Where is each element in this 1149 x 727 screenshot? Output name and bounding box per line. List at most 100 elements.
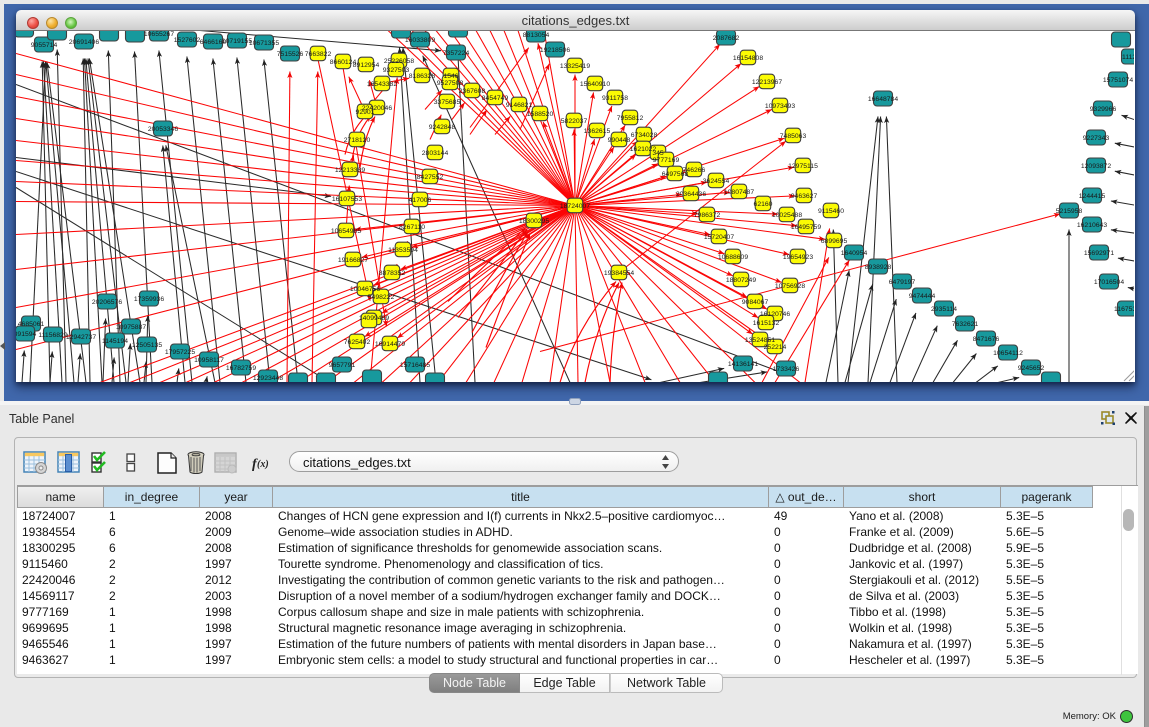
svg-text:19166827: 19166827 bbox=[338, 257, 368, 264]
svg-text:18807249: 18807249 bbox=[726, 277, 756, 284]
svg-text:2803144: 2803144 bbox=[422, 150, 449, 157]
svg-text:13325419: 13325419 bbox=[560, 63, 590, 70]
svg-text:1588520: 1588520 bbox=[527, 111, 554, 118]
svg-text:6479197: 6479197 bbox=[889, 279, 916, 286]
svg-text:10973493: 10973493 bbox=[765, 103, 795, 110]
svg-text:15720407: 15720407 bbox=[704, 234, 734, 241]
svg-text:12213967: 12213967 bbox=[752, 79, 782, 86]
svg-text:10958117: 10958117 bbox=[194, 357, 224, 364]
svg-text:8454749: 8454749 bbox=[482, 95, 509, 102]
svg-text:7632621: 7632621 bbox=[952, 321, 979, 328]
svg-text:16782759: 16782759 bbox=[226, 365, 256, 372]
svg-text:10756928: 10756928 bbox=[775, 283, 805, 290]
svg-text:2935114: 2935114 bbox=[931, 306, 957, 313]
svg-text:14099489: 14099489 bbox=[359, 315, 389, 322]
svg-text:13524851: 13524851 bbox=[745, 337, 775, 344]
svg-text:9777169: 9777169 bbox=[653, 157, 680, 164]
svg-text:9115460: 9115460 bbox=[818, 208, 844, 215]
svg-text:10655267: 10655267 bbox=[144, 31, 174, 38]
svg-text:7515526: 7515526 bbox=[277, 51, 304, 58]
svg-text:2718120: 2718120 bbox=[344, 137, 371, 144]
svg-text:18300295: 18300295 bbox=[519, 218, 549, 225]
svg-text:2367608: 2367608 bbox=[459, 88, 486, 95]
svg-text:5215958: 5215958 bbox=[1056, 208, 1083, 215]
svg-text:16543382: 16543382 bbox=[367, 81, 397, 88]
svg-text:16154808: 16154808 bbox=[733, 55, 763, 62]
svg-text:17957225: 17957225 bbox=[165, 349, 195, 356]
svg-text:19218506: 19218506 bbox=[540, 47, 570, 54]
svg-text:1145194: 1145194 bbox=[102, 338, 128, 345]
svg-text:9327503: 9327503 bbox=[383, 67, 410, 74]
svg-text:17359936: 17359936 bbox=[134, 296, 164, 303]
svg-text:7955812: 7955812 bbox=[617, 115, 644, 122]
svg-text:7663822: 7663822 bbox=[305, 51, 332, 58]
svg-text:(x): (x) bbox=[257, 459, 269, 470]
svg-text:15640910: 15640910 bbox=[580, 81, 610, 88]
svg-text:10046756: 10046756 bbox=[350, 286, 380, 293]
svg-text:12942737: 12942737 bbox=[66, 334, 96, 341]
svg-text:15692971: 15692971 bbox=[1084, 250, 1114, 257]
svg-text:62160: 62160 bbox=[754, 201, 773, 208]
svg-text:14136141: 14136141 bbox=[728, 361, 758, 368]
svg-text:990448: 990448 bbox=[608, 137, 631, 144]
svg-text:252214: 252214 bbox=[764, 344, 787, 351]
svg-text:9329966: 9329966 bbox=[1090, 106, 1117, 113]
svg-text:8878352: 8878352 bbox=[379, 270, 406, 277]
svg-text:16120746: 16120746 bbox=[760, 311, 790, 318]
svg-text:11353594: 11353594 bbox=[388, 247, 418, 254]
svg-text:16107553: 16107553 bbox=[332, 196, 362, 203]
svg-text:19384554: 19384554 bbox=[604, 270, 634, 277]
svg-text:16210643: 16210643 bbox=[1077, 222, 1107, 229]
svg-text:9055714: 9055714 bbox=[31, 42, 58, 49]
svg-text:19654923: 19654923 bbox=[783, 254, 813, 261]
svg-text:12505135: 12505135 bbox=[132, 342, 162, 349]
svg-text:10975887: 10975887 bbox=[116, 324, 146, 331]
svg-text:4685061: 4685061 bbox=[18, 321, 45, 328]
svg-text:9474444: 9474444 bbox=[909, 293, 936, 300]
svg-text:92901: 92901 bbox=[356, 109, 375, 116]
svg-text:9242848: 9242848 bbox=[429, 124, 456, 131]
svg-text:5498222: 5498222 bbox=[368, 294, 395, 301]
svg-text:10807487: 10807487 bbox=[724, 189, 754, 196]
svg-text:18724007: 18724007 bbox=[560, 203, 590, 210]
svg-text:10719155: 10719155 bbox=[222, 38, 252, 45]
svg-text:417006: 417006 bbox=[409, 197, 432, 204]
svg-text:25226058: 25226058 bbox=[384, 58, 414, 65]
svg-text:12213389: 12213389 bbox=[335, 167, 365, 174]
svg-text:1362615: 1362615 bbox=[584, 128, 611, 135]
svg-text:20053346: 20053346 bbox=[148, 126, 178, 133]
svg-text:15751074: 15751074 bbox=[1103, 77, 1133, 84]
svg-text:9311758: 9311758 bbox=[602, 95, 628, 102]
svg-text:16648784: 16648784 bbox=[868, 96, 898, 103]
svg-text:8427552: 8427552 bbox=[417, 174, 444, 181]
svg-text:2087682: 2087682 bbox=[713, 35, 740, 42]
svg-text:6734028: 6734028 bbox=[631, 132, 658, 139]
svg-text:7625402: 7625402 bbox=[344, 339, 371, 346]
svg-text:8471676: 8471676 bbox=[973, 336, 1000, 343]
svg-text:345: 345 bbox=[652, 150, 664, 157]
svg-text:20206576: 20206576 bbox=[92, 299, 122, 306]
svg-text:9146821: 9146821 bbox=[506, 102, 533, 109]
svg-text:11156829: 11156829 bbox=[38, 332, 67, 339]
svg-text:20691406: 20691406 bbox=[69, 39, 99, 46]
svg-text:1546: 1546 bbox=[443, 73, 458, 80]
svg-text:8912954: 8912954 bbox=[353, 62, 380, 69]
svg-text:10654985: 10654985 bbox=[331, 228, 361, 235]
svg-text:3375685: 3375685 bbox=[434, 99, 461, 106]
svg-text:16033809: 16033809 bbox=[405, 37, 435, 44]
svg-text:1167534: 1167534 bbox=[1114, 306, 1134, 313]
svg-text:9084067: 9084067 bbox=[742, 299, 769, 306]
svg-text:1733426: 1733426 bbox=[773, 366, 800, 373]
svg-text:20364436: 20364436 bbox=[676, 191, 706, 198]
svg-text:8938928: 8938928 bbox=[865, 264, 892, 271]
svg-text:7357224: 7357224 bbox=[443, 50, 470, 57]
svg-text:1640954: 1640954 bbox=[841, 250, 868, 257]
svg-text:16914479: 16914479 bbox=[375, 341, 405, 348]
svg-text:11124: 11124 bbox=[1122, 54, 1134, 61]
svg-text:7986372: 7986372 bbox=[694, 212, 721, 219]
svg-text:12923448: 12923448 bbox=[253, 375, 283, 382]
svg-text:10671355: 10671355 bbox=[249, 40, 279, 47]
svg-text:8267110: 8267110 bbox=[399, 224, 425, 231]
svg-text:3624554: 3624554 bbox=[703, 178, 730, 185]
svg-text:9463627: 9463627 bbox=[791, 193, 818, 200]
